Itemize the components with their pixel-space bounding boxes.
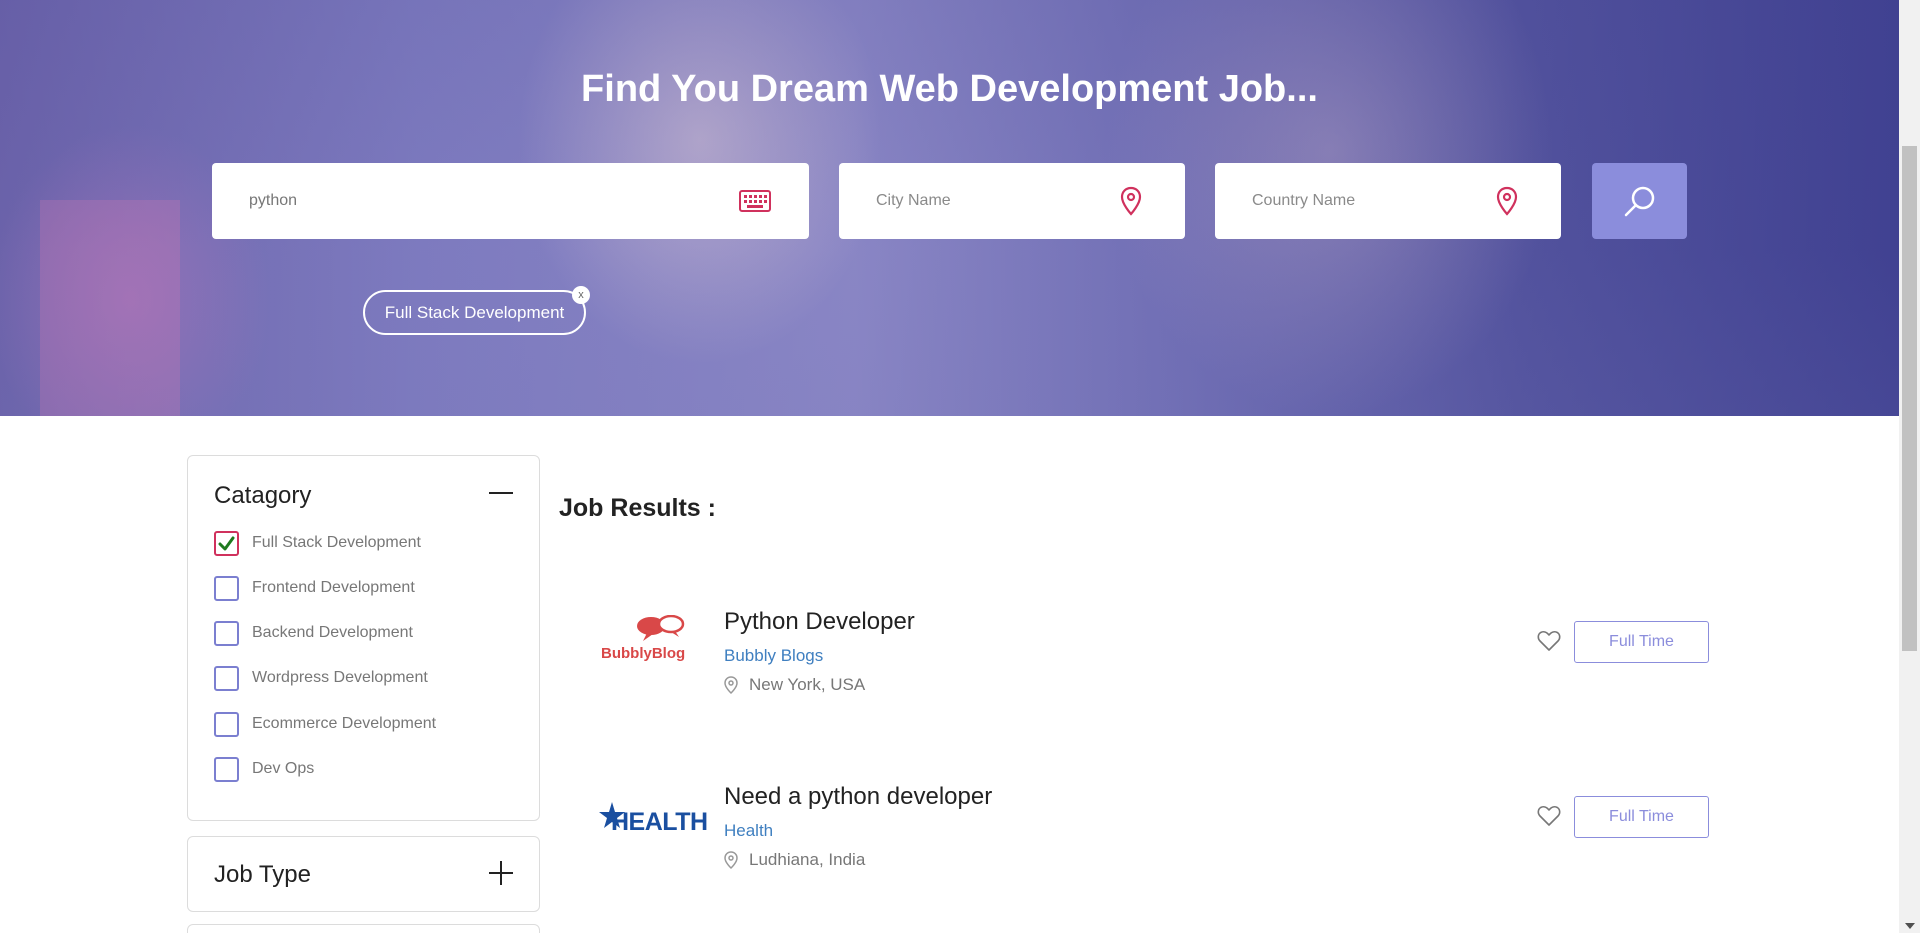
checkbox[interactable] <box>214 711 239 737</box>
checkbox[interactable] <box>214 620 239 646</box>
keyword-search-input[interactable] <box>212 192 809 210</box>
active-filter-tag[interactable]: Full Stack Development <box>363 290 586 335</box>
category-label: Frontend Development <box>252 579 415 596</box>
checkbox-checked[interactable] <box>214 530 239 556</box>
remove-tag-button[interactable]: x <box>572 286 590 304</box>
job-results-heading: Job Results : <box>559 494 716 522</box>
location-pin-icon <box>724 851 738 869</box>
favorite-heart-icon[interactable] <box>1537 805 1563 829</box>
job-type-filter-panel[interactable]: Job Type <box>187 836 540 912</box>
job-card[interactable]: BubblyBlog Python Developer Bubbly Blogs… <box>559 590 1709 740</box>
company-logo: BubblyBlog <box>597 615 707 675</box>
job-location: New York, USA <box>724 675 865 695</box>
favorite-heart-icon[interactable] <box>1537 630 1563 654</box>
scroll-down-arrow-icon[interactable] <box>1905 923 1915 929</box>
expand-job-type-button[interactable] <box>487 859 515 887</box>
category-option-dev-ops[interactable]: Dev Ops <box>214 756 314 782</box>
job-title[interactable]: Need a python developer <box>724 783 992 811</box>
category-filter-panel: Catagory Full Stack Development Frontend… <box>187 455 540 821</box>
category-label: Ecommerce Development <box>252 715 437 732</box>
country-search-field[interactable] <box>1215 163 1561 239</box>
job-type-badge[interactable]: Full Time <box>1574 621 1709 663</box>
company-link[interactable]: Health <box>724 821 773 841</box>
keyword-search-field[interactable] <box>212 163 809 239</box>
checkbox[interactable] <box>214 665 239 691</box>
scrollbar-thumb[interactable] <box>1902 146 1917 651</box>
category-option-frontend[interactable]: Frontend Development <box>214 575 415 601</box>
search-button[interactable] <box>1592 163 1687 239</box>
category-label: Full Stack Development <box>252 534 421 551</box>
category-option-full-stack[interactable]: Full Stack Development <box>214 530 421 556</box>
company-logo: HEALTH <box>597 790 708 850</box>
category-option-ecommerce[interactable]: Ecommerce Development <box>214 711 436 737</box>
hero-banner: Find You Dream Web Development Job... py… <box>0 0 1899 416</box>
checkbox[interactable] <box>214 756 239 782</box>
search-icon <box>1624 186 1654 217</box>
category-label: Dev Ops <box>252 760 315 777</box>
job-card[interactable]: HEALTH Need a python developer Health Lu… <box>559 765 1709 915</box>
category-option-backend[interactable]: Backend Development <box>214 620 413 646</box>
city-search-field[interactable] <box>839 163 1185 239</box>
collapse-category-button[interactable] <box>487 479 515 507</box>
checkmark-icon <box>218 536 235 550</box>
category-heading: Catagory <box>214 482 312 509</box>
location-pin-icon <box>1115 186 1147 216</box>
location-text: New York, USA <box>749 675 866 694</box>
location-pin-icon <box>724 676 738 694</box>
category-label: Wordpress Development <box>252 669 428 686</box>
company-link[interactable]: Bubbly Blogs <box>724 646 823 666</box>
location-pin-icon <box>1491 186 1523 216</box>
hero-title: Find You Dream Web Development Job... <box>581 68 1318 110</box>
location-text: Ludhiana, India <box>749 850 866 869</box>
job-title[interactable]: Python Developer <box>724 608 915 636</box>
category-label: Backend Development <box>252 624 413 641</box>
next-filter-panel[interactable] <box>187 924 540 933</box>
keyboard-icon <box>739 187 771 215</box>
page-scrollbar[interactable] <box>1899 0 1920 933</box>
job-type-heading: Job Type <box>214 861 311 888</box>
job-type-badge[interactable]: Full Time <box>1574 796 1709 838</box>
minus-icon <box>489 492 513 494</box>
job-location: Ludhiana, India <box>724 850 865 870</box>
checkbox[interactable] <box>214 575 239 601</box>
category-option-wordpress[interactable]: Wordpress Development <box>214 665 428 691</box>
